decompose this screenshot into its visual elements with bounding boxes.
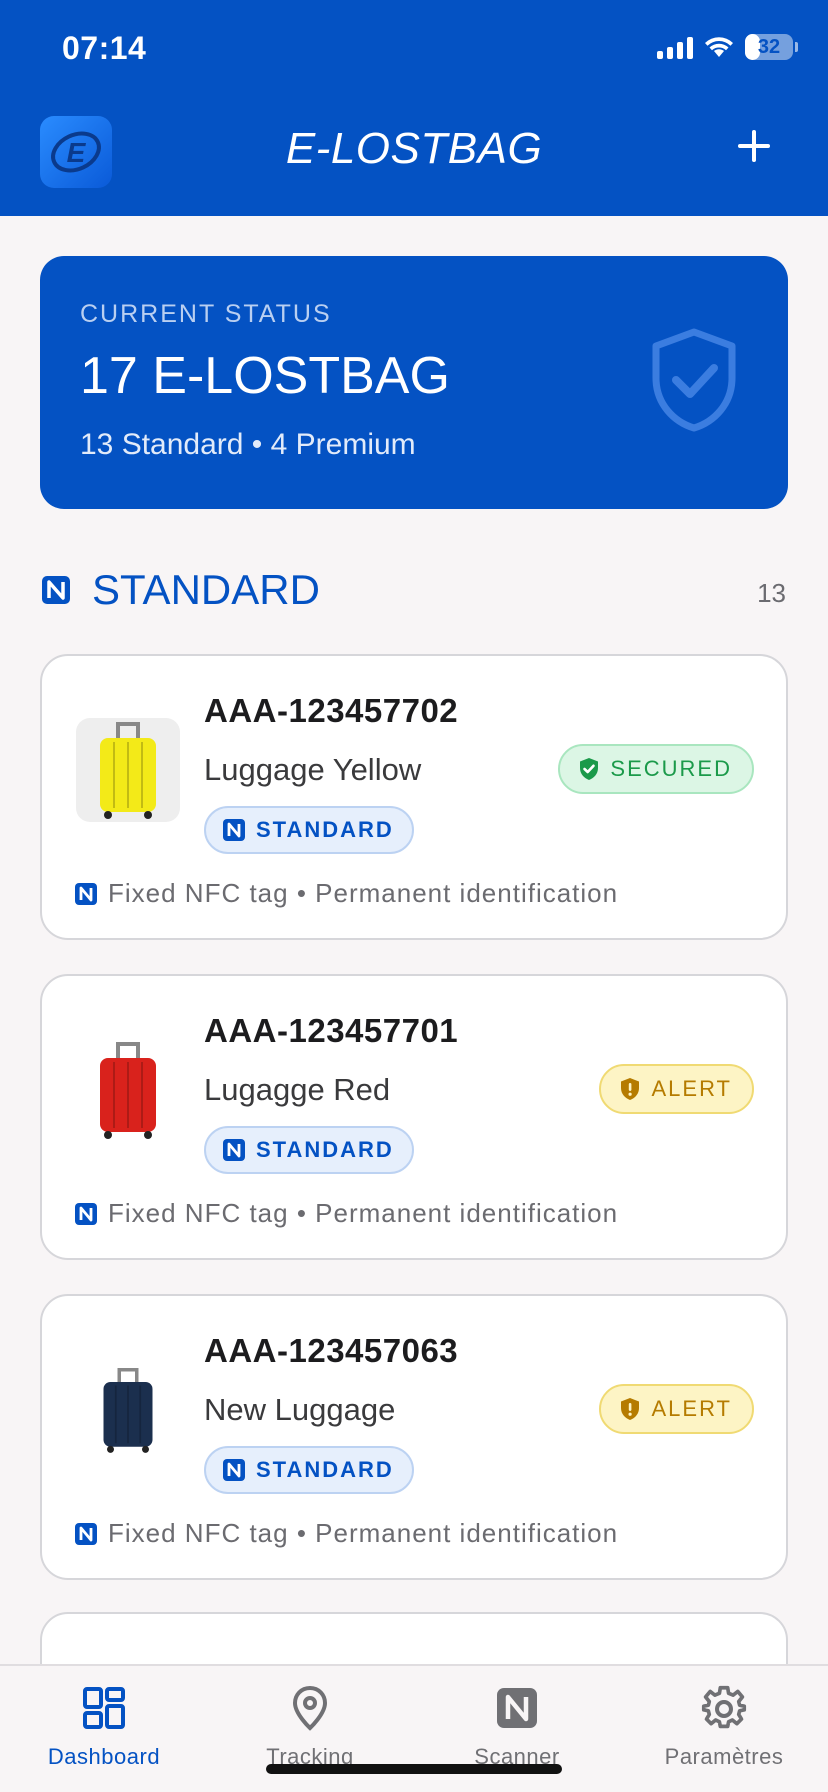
nav-label: Paramètres	[664, 1744, 784, 1769]
app-header: 07:14 32 E E-LOSTBAG	[0, 0, 828, 216]
luggage-photo	[100, 722, 156, 819]
nav-dashboard[interactable]: Dashboard	[14, 1680, 194, 1770]
nfc-icon	[75, 1202, 97, 1225]
luggage-photo	[103, 1368, 153, 1453]
wifi-icon	[705, 37, 733, 57]
status-label: ALERT	[651, 1396, 732, 1421]
luggage-photo	[100, 1042, 156, 1139]
status-badge: ALERT	[599, 1384, 754, 1434]
tier-label: STANDARD	[256, 1457, 394, 1482]
battery-icon: 32	[745, 34, 793, 60]
nfc-icon	[42, 576, 70, 604]
luggage-name: Luggage Yellow	[204, 752, 422, 787]
tier-badge: STANDARD	[204, 1446, 414, 1494]
status-badge: ALERT	[599, 1064, 754, 1114]
card-footer: Fixed NFC tag • Permanent identification	[74, 878, 618, 909]
status-summary-card[interactable]: CURRENT STATUS 17 E-LOSTBAG 13 Standard …	[40, 256, 788, 509]
add-button[interactable]	[736, 128, 772, 164]
luggage-code: AAA-123457702	[204, 692, 459, 729]
battery-tip	[795, 42, 798, 52]
nfc-icon	[497, 1688, 537, 1728]
card-footer: Fixed NFC tag • Permanent identification	[74, 1198, 618, 1229]
shield-check-icon	[580, 758, 599, 780]
nav-tracking[interactable]: Tracking	[220, 1680, 400, 1770]
shield-alert-icon	[621, 1398, 640, 1420]
nfc-icon	[223, 1139, 245, 1161]
footer-text: Fixed NFC tag • Permanent identification	[108, 1518, 619, 1548]
status-time: 07:14	[62, 30, 147, 66]
nav-parametres[interactable]: Paramètres	[634, 1680, 814, 1770]
luggage-thumbnail	[76, 718, 180, 822]
luggage-card[interactable]: AAA-123457063 New Luggage STANDARD ALERT Fix…	[40, 1294, 788, 1580]
shield-check-icon	[652, 328, 736, 432]
status-icons: 32	[657, 34, 798, 60]
status-card-breakdown: 13 Standard • 4 Premium	[80, 428, 416, 461]
location-pin-icon	[292, 1685, 328, 1731]
home-indicator[interactable]	[266, 1764, 562, 1774]
footer-text: Fixed NFC tag • Permanent identification	[108, 878, 619, 908]
status-badge: SECURED	[558, 744, 754, 794]
status-card-label: CURRENT STATUS	[80, 300, 332, 328]
battery-level: 32	[757, 35, 781, 58]
section-header-standard: STANDARD 13	[40, 566, 788, 616]
tier-badge: STANDARD	[204, 1126, 414, 1174]
app-title: E-LOSTBAG	[285, 124, 543, 173]
dashboard-icon	[83, 1687, 125, 1729]
luggage-code: AAA-123457701	[204, 1012, 459, 1049]
luggage-thumbnail	[76, 1358, 180, 1462]
status-card-count: 17 E-LOSTBAG	[80, 347, 450, 405]
status-label: SECURED	[610, 756, 732, 781]
nav-scanner[interactable]: Scanner	[427, 1680, 607, 1770]
luggage-thumbnail	[76, 1038, 180, 1142]
tier-label: STANDARD	[256, 1137, 394, 1162]
nfc-icon	[75, 882, 97, 905]
luggage-card[interactable]: AAA-123457701 Lugagge Red STANDARD ALERT Fix…	[40, 974, 788, 1260]
luggage-name: Lugagge Red	[204, 1072, 391, 1107]
footer-text: Fixed NFC tag • Permanent identification	[108, 1198, 619, 1228]
nav-label: Dashboard	[47, 1744, 161, 1769]
nfc-icon	[223, 819, 245, 841]
section-count: 13	[757, 578, 786, 608]
shield-alert-icon	[621, 1078, 640, 1100]
nfc-icon	[75, 1522, 97, 1545]
luggage-name: New Luggage	[204, 1392, 396, 1427]
card-footer: Fixed NFC tag • Permanent identification	[74, 1518, 618, 1549]
tier-label: STANDARD	[256, 817, 394, 842]
gear-icon	[701, 1685, 747, 1729]
tier-badge: STANDARD	[204, 806, 414, 854]
nfc-icon	[223, 1459, 245, 1481]
status-label: ALERT	[651, 1076, 732, 1101]
luggage-code: AAA-123457063	[204, 1332, 459, 1369]
luggage-card[interactable]: AAA-123457702 Luggage Yellow STANDARD SECUR…	[40, 654, 788, 940]
section-title: STANDARD	[92, 566, 320, 613]
cellular-signal-icon	[657, 35, 693, 59]
